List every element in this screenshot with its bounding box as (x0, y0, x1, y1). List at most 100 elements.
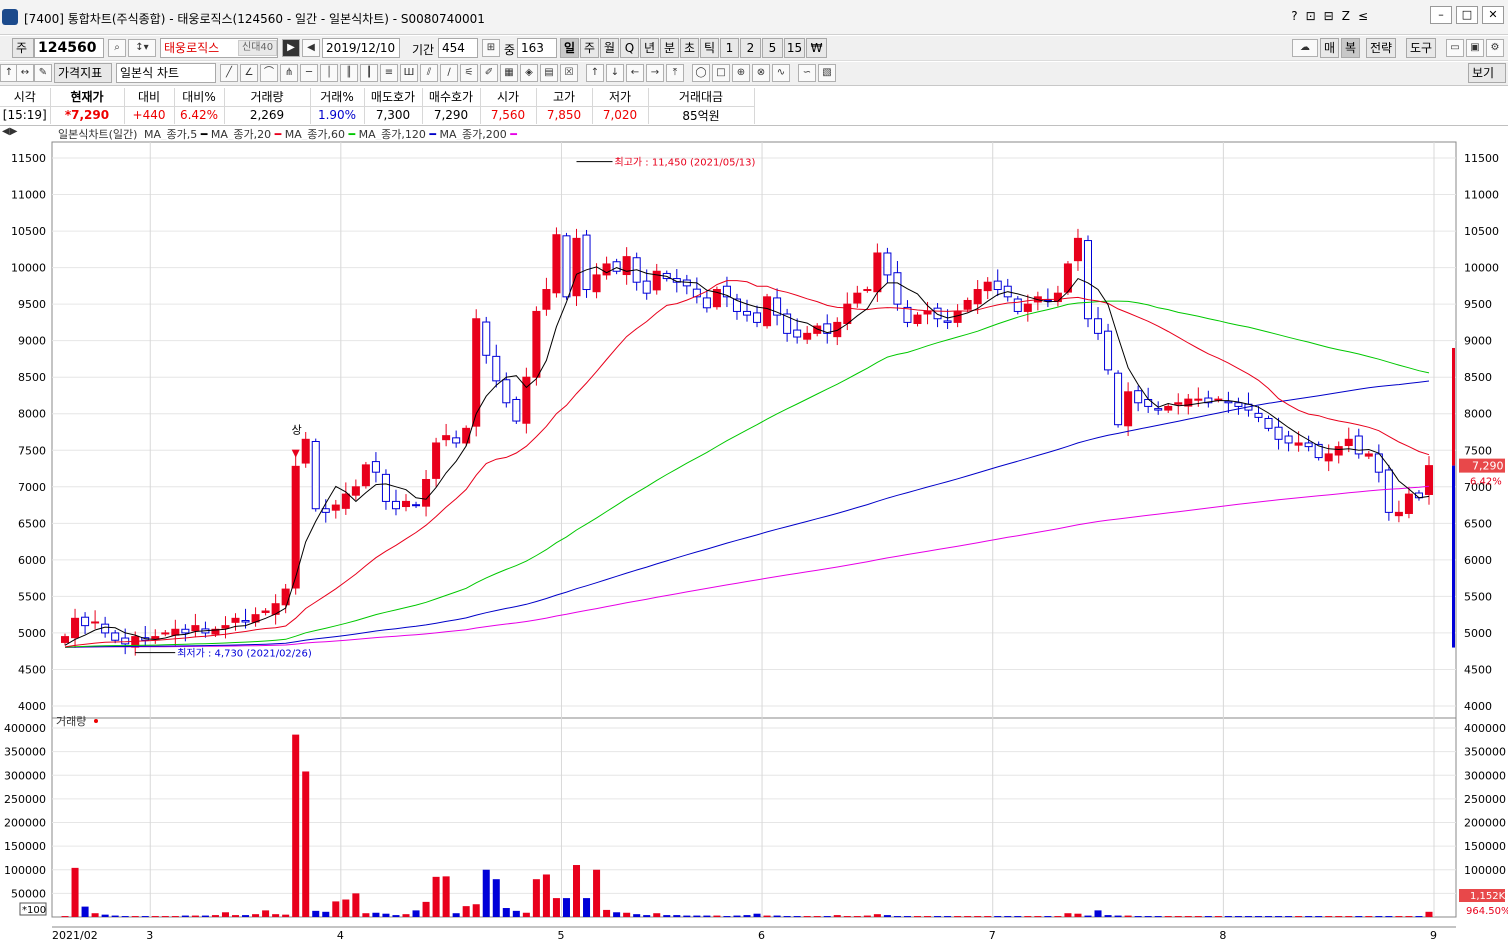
quote-value: 7,850 (536, 106, 593, 124)
interval-11[interactable]: 15 (784, 38, 805, 58)
open-icon[interactable]: ▭ (1446, 39, 1464, 57)
draw-tool-icon[interactable]: ║ (340, 64, 358, 82)
search-icon[interactable]: ⌕ (108, 39, 126, 57)
split-icon[interactable]: ⊡ (1306, 9, 1316, 23)
mid-input[interactable]: 163 (517, 38, 557, 58)
draw-tool-icon[interactable]: ┃ (360, 64, 378, 82)
draw-tool-icon[interactable]: ⊗ (752, 64, 770, 82)
zoom-icon[interactable]: Z (1342, 9, 1350, 23)
interval-1[interactable]: 주 (580, 38, 599, 58)
chart-type-select[interactable]: 일본식 차트 (116, 63, 216, 83)
chart-area[interactable]: 4000 4000 4500 4500 5000 5000 5500 5500 6000 6000… (0, 140, 1508, 943)
interval-7[interactable]: 틱 (700, 38, 719, 58)
draw-tool-icon[interactable]: Ш (400, 64, 418, 82)
volume-tick-label: 300000 (4, 769, 46, 782)
candle-body (532, 310, 541, 378)
draw-tool-icon[interactable]: □ (712, 64, 730, 82)
draw-tool-icon[interactable]: ╱ (220, 64, 238, 82)
buy-button[interactable]: 매 (1320, 38, 1340, 58)
interval-3[interactable]: Q (620, 38, 639, 58)
draw-tool-icon[interactable]: ∠ (240, 64, 258, 82)
price-tick-label: 5500 (1464, 590, 1492, 603)
compare-icon[interactable]: ≤ (1358, 9, 1368, 23)
price-tick-label: 7000 (18, 481, 46, 494)
price-tick-label: 6000 (1464, 554, 1492, 567)
edit-icon[interactable]: ✎ (34, 64, 52, 82)
candle-body (1154, 408, 1163, 411)
interval-8[interactable]: 1 (720, 38, 739, 58)
x-tick-label: 9 (1430, 929, 1437, 942)
volume-tick-label: 50000 (11, 887, 46, 900)
compound-button[interactable]: 복 (1341, 38, 1361, 58)
draw-tool-icon[interactable]: ↓ (606, 64, 624, 82)
draw-tool-icon[interactable]: ↑ (586, 64, 604, 82)
draw-tool-icon[interactable]: ⊕ (732, 64, 750, 82)
draw-tool-icon[interactable]: ▤ (540, 64, 558, 82)
draw-tool-icon[interactable]: │ (320, 64, 338, 82)
draw-tool-icon[interactable]: ∽ (798, 64, 816, 82)
draw-tool-icon[interactable]: ⌒ (260, 64, 278, 82)
stock-code-input[interactable]: 124560 (34, 38, 104, 58)
interval-5[interactable]: 분 (660, 38, 679, 58)
grid-icon[interactable]: ⊞ (482, 39, 500, 57)
sort-icon[interactable]: ↕▾ (128, 39, 156, 57)
candle-body (843, 303, 852, 324)
scroll-icon[interactable]: ◀▶ (2, 126, 17, 137)
candle-body (161, 632, 170, 635)
prev-icon[interactable]: ◀ (302, 39, 320, 57)
draw-tool-icon[interactable]: ← (626, 64, 644, 82)
draw-tool-icon[interactable]: → (646, 64, 664, 82)
draw-tool-icon[interactable]: ◈ (520, 64, 538, 82)
candle-body (121, 637, 130, 645)
cloud-icon[interactable]: ☁ (1292, 39, 1318, 57)
layout-icon[interactable]: ⊟ (1324, 9, 1334, 23)
next-icon[interactable]: ▶ (282, 39, 300, 57)
minimize-button[interactable]: – (1430, 6, 1452, 24)
interval-10[interactable]: 5 (762, 38, 783, 58)
candle-body (1053, 292, 1062, 303)
help-icon[interactable]: ? (1291, 9, 1297, 23)
volume-tick-label: 400000 (1464, 722, 1506, 735)
candle-body (1394, 511, 1403, 517)
tools-button[interactable]: 도구 (1406, 38, 1437, 58)
draw-tool-icon[interactable]: ☒ (560, 64, 578, 82)
draw-tool-icon[interactable]: ▦ (500, 64, 518, 82)
indicator-button[interactable]: 가격지표 (54, 63, 112, 83)
draw-tool-icon[interactable]: ⚟ (460, 64, 478, 82)
volume-bar (1124, 915, 1132, 917)
draw-tool-icon[interactable]: ▧ (818, 64, 836, 82)
interval-6[interactable]: 초 (680, 38, 699, 58)
interval-12[interactable]: ₩ (806, 38, 827, 58)
draw-tool-icon[interactable]: ∕ (440, 64, 458, 82)
market-selector[interactable]: 주 (12, 38, 34, 58)
draw-tool-icon[interactable]: ─ (300, 64, 318, 82)
draw-tool-icon[interactable]: ⋔ (280, 64, 298, 82)
draw-tool-icon[interactable]: ◯ (692, 64, 710, 82)
candle-body (1304, 442, 1313, 448)
date-input[interactable]: 2019/12/10 (322, 38, 400, 58)
interval-0[interactable]: 일 (560, 38, 579, 58)
horizontal-arrow-icon[interactable]: ↔ (16, 64, 34, 82)
volume-bar (593, 869, 601, 917)
interval-2[interactable]: 월 (600, 38, 619, 58)
candle-body (933, 307, 942, 320)
period-input[interactable]: 454 (438, 38, 478, 58)
view-button[interactable]: 보기 (1468, 63, 1506, 83)
draw-tool-icon[interactable]: ∿ (772, 64, 790, 82)
interval-9[interactable]: 2 (740, 38, 761, 58)
draw-tool-icon[interactable]: ✐ (480, 64, 498, 82)
draw-tool-icon[interactable]: ≡ (380, 64, 398, 82)
candle-body (1424, 465, 1433, 495)
close-button[interactable]: ✕ (1482, 6, 1504, 24)
volume-bar (91, 913, 99, 917)
candle-body (1094, 318, 1103, 334)
maximize-button[interactable]: □ (1456, 6, 1478, 24)
save-icon[interactable]: ▣ (1466, 39, 1484, 57)
draw-tool-icon[interactable]: ⫽ (420, 64, 438, 82)
interval-4[interactable]: 년 (640, 38, 659, 58)
settings-icon[interactable]: ⚙ (1486, 39, 1504, 57)
strategy-button[interactable]: 전략 (1366, 38, 1397, 58)
draw-tool-icon[interactable]: ⤒ (666, 64, 684, 82)
candle-body (592, 274, 601, 293)
volume-bar (452, 913, 460, 917)
